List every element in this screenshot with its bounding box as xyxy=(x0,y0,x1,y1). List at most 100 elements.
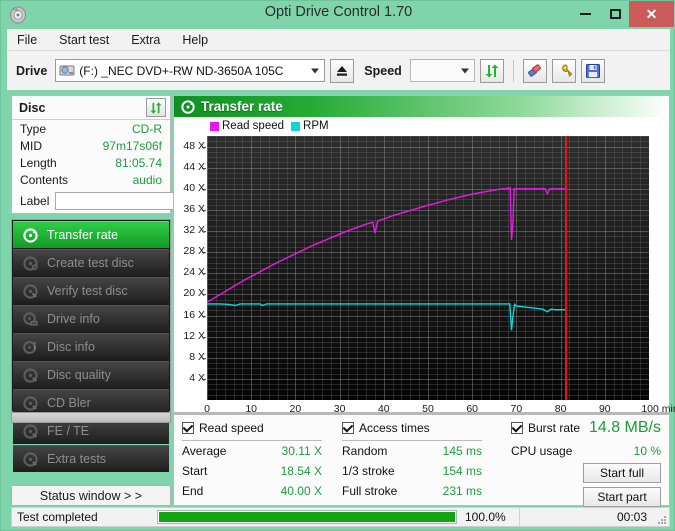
sidebar-scrollbar[interactable] xyxy=(11,412,171,423)
disc-rate-icon xyxy=(19,228,41,243)
y-axis-tick-label: 48 X xyxy=(173,141,205,152)
burst-rate-checkbox-row[interactable]: Burst rate 14.8 MB/s xyxy=(511,420,661,436)
menu-item-file[interactable]: File xyxy=(15,32,39,48)
access-times-label: Access times xyxy=(359,421,430,435)
y-axis-tick-label: 44 X xyxy=(173,162,205,173)
x-axis-tick-label: 100 min xyxy=(637,404,675,415)
close-icon: ✕ xyxy=(646,7,658,21)
disc-row-contents: Contents audio xyxy=(12,171,170,188)
disc-row-mid: MID 97m17s06f xyxy=(12,137,170,154)
sidebar-label-drive-info: Drive info xyxy=(47,312,100,326)
series-line-rpm xyxy=(207,304,566,330)
chevron-down-icon-speed xyxy=(461,68,469,73)
y-axis-tick xyxy=(202,358,206,359)
drive-value: (F:) _NEC DVD+-RW ND-3650A 105C xyxy=(79,64,283,78)
y-axis-tick-label: 28 X xyxy=(173,246,205,257)
x-axis-tick-label: 20 xyxy=(275,404,315,415)
access-times-checkbox-row[interactable]: Access times xyxy=(342,420,482,436)
save-button[interactable] xyxy=(581,59,605,83)
result-row-end: End 40.00 X xyxy=(182,481,322,501)
resize-grip[interactable] xyxy=(656,514,666,524)
disc-row-type: Type CD-R xyxy=(12,120,170,137)
x-axis-tick-label: 90 xyxy=(585,404,625,415)
start-full-button[interactable]: Start full xyxy=(583,463,661,483)
results-burst-rate-column: Burst rate 14.8 MB/s CPU usage 10 % Star… xyxy=(511,420,661,507)
erase-button[interactable] xyxy=(523,59,547,83)
access-times-checkbox[interactable] xyxy=(342,422,354,434)
x-axis-tick-label: 40 xyxy=(364,404,404,415)
x-axis-tick-label: 60 xyxy=(452,404,492,415)
elapsed-time: 00:03 xyxy=(617,510,647,524)
disc-label-caption: Label xyxy=(20,194,49,208)
tools-button[interactable] xyxy=(552,59,576,83)
y-axis-tick xyxy=(202,294,206,295)
disc-rate-icon xyxy=(181,100,195,114)
result-key-average: Average xyxy=(182,444,226,458)
disc-key-contents: Contents xyxy=(20,173,68,187)
result-key-end: End xyxy=(182,484,203,498)
result-row-random: Random 145 ms xyxy=(342,441,482,461)
minimize-button[interactable] xyxy=(571,1,599,27)
disc-quality-icon xyxy=(19,368,41,383)
maximize-button[interactable] xyxy=(601,1,629,27)
status-window-button[interactable]: Status window > > xyxy=(11,485,171,506)
sidebar-item-create-test-disc[interactable]: Create test disc xyxy=(13,249,169,276)
sidebar-label-fe-te: FE / TE xyxy=(47,424,89,438)
sidebar-label-create-test-disc: Create test disc xyxy=(47,256,134,270)
refresh-icon xyxy=(149,101,163,115)
result-row-average: Average 30.11 X xyxy=(182,441,322,461)
sidebar-item-transfer-rate[interactable]: Transfer rate xyxy=(13,221,169,248)
chart-plot-wrapper: 4 X8 X12 X16 X20 X24 X28 X32 X36 X40 X44… xyxy=(174,117,671,414)
sidebar-label-verify-test-disc: Verify test disc xyxy=(47,284,128,298)
minimize-icon xyxy=(580,13,591,15)
sidebar-item-disc-quality[interactable]: Disc quality xyxy=(13,361,169,388)
x-axis-tick-label: 70 xyxy=(496,404,536,415)
series-line-read-speed xyxy=(207,188,566,302)
chart-panel: Transfer rate Read speed RPM 4 X8 X12 X1… xyxy=(173,95,670,413)
disc-refresh-button[interactable] xyxy=(146,98,166,117)
close-button[interactable]: ✕ xyxy=(629,1,674,27)
x-axis-tick-label: 0 xyxy=(187,404,227,415)
menu-item-help[interactable]: Help xyxy=(180,32,210,48)
start-part-button[interactable]: Start part xyxy=(583,487,661,507)
disc-create-icon xyxy=(19,256,41,271)
disc-info-icon xyxy=(19,340,41,355)
read-speed-checkbox[interactable] xyxy=(182,422,194,434)
result-key-start: Start xyxy=(182,464,207,478)
burst-rate-value: 14.8 MB/s xyxy=(589,419,661,437)
y-axis-tick xyxy=(202,147,206,148)
disc-key-length: Length xyxy=(20,156,57,170)
y-axis-tick-label: 8 X xyxy=(173,352,205,363)
eject-button[interactable] xyxy=(330,59,354,83)
y-axis-tick xyxy=(202,189,206,190)
result-value-end: 40.00 X xyxy=(281,484,322,498)
results-access-times-column: Access times Random 145 ms 1/3 stroke 15… xyxy=(342,420,482,501)
chart-title: Transfer rate xyxy=(201,99,283,114)
menu-item-extra[interactable]: Extra xyxy=(129,32,162,48)
drive-select[interactable]: (F:) _NEC DVD+-RW ND-3650A 105C xyxy=(55,59,325,82)
read-speed-checkbox-row[interactable]: Read speed xyxy=(182,420,322,436)
result-key-cpu-usage: CPU usage xyxy=(511,444,572,458)
sidebar-item-disc-info[interactable]: Disc info xyxy=(13,333,169,360)
progress-bar xyxy=(157,510,457,524)
y-axis-tick-label: 16 X xyxy=(173,310,205,321)
burst-rate-label: Burst rate xyxy=(528,421,580,435)
disc-drive-icon xyxy=(19,312,41,327)
result-row-full-stroke: Full stroke 231 ms xyxy=(342,481,482,501)
sidebar-label-cd-bler: CD Bler xyxy=(47,396,91,410)
chart-plot-area[interactable] xyxy=(207,136,649,400)
progress-percent: 100.0% xyxy=(465,510,513,524)
y-axis-tick xyxy=(202,337,206,338)
sidebar-item-extra-tests[interactable]: Extra tests xyxy=(13,445,169,472)
x-axis-tick-label: 10 xyxy=(231,404,271,415)
sidebar-item-drive-info[interactable]: Drive info xyxy=(13,305,169,332)
y-axis-tick-label: 4 X xyxy=(173,373,205,384)
toolbar: Drive (F:) _NEC DVD+-RW ND-3650A 105C Sp… xyxy=(7,50,670,90)
sidebar-label-disc-info: Disc info xyxy=(47,340,95,354)
menu-item-start-test[interactable]: Start test xyxy=(57,32,111,48)
refresh-button[interactable] xyxy=(480,59,504,83)
x-axis-tick-label: 30 xyxy=(320,404,360,415)
speed-select[interactable] xyxy=(410,59,475,82)
burst-rate-checkbox[interactable] xyxy=(511,422,523,434)
sidebar-item-verify-test-disc[interactable]: Verify test disc xyxy=(13,277,169,304)
